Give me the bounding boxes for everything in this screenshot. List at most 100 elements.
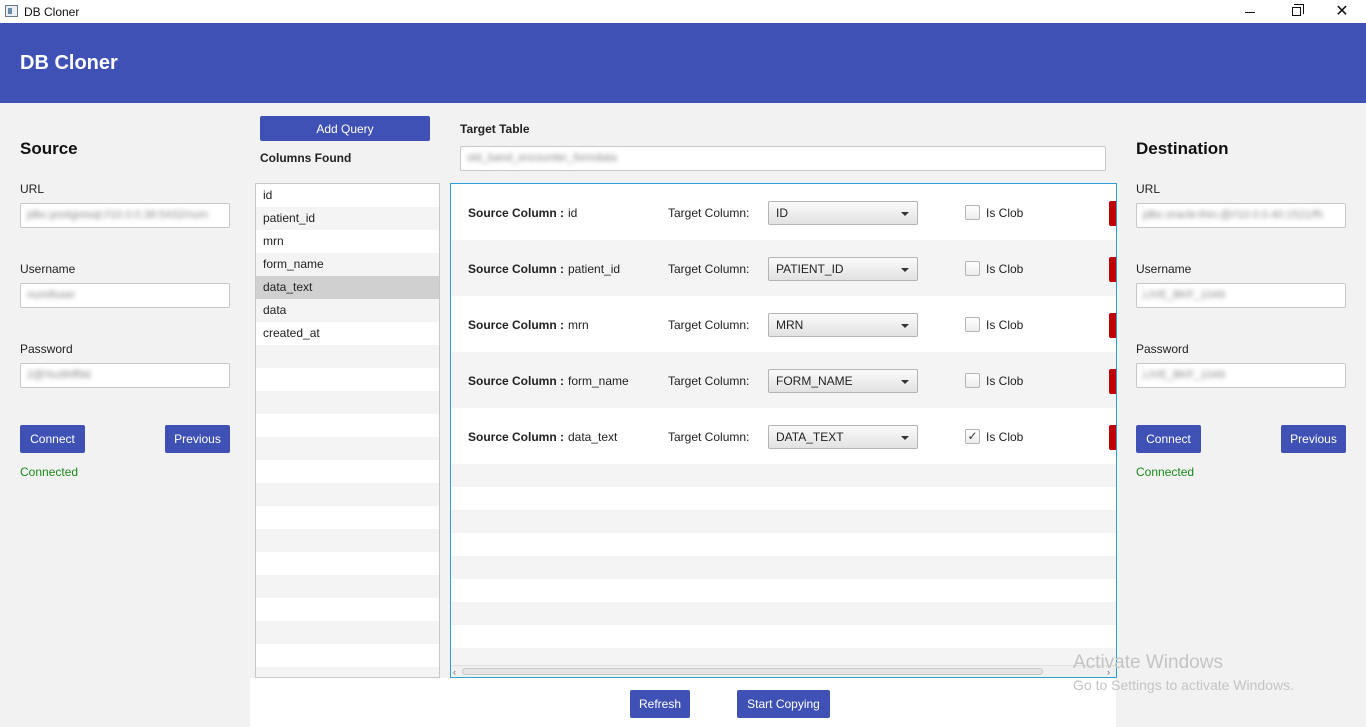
source-column-label: Source Column : bbox=[468, 430, 565, 444]
mapping-row: Source Column : data_text Target Column:… bbox=[451, 408, 1116, 464]
mapping-row: Source Column : patient_id Target Column… bbox=[451, 240, 1116, 296]
minimize-icon bbox=[1245, 12, 1255, 13]
destination-status: Connected bbox=[1136, 465, 1195, 479]
empty-row bbox=[256, 391, 439, 414]
empty-row bbox=[256, 368, 439, 391]
list-item[interactable]: id bbox=[256, 184, 439, 207]
list-item[interactable]: mrn bbox=[256, 230, 439, 253]
target-column-select[interactable]: ID bbox=[768, 201, 918, 225]
checkmark-icon: ✓ bbox=[967, 429, 978, 443]
destination-password-field[interactable]: LIVE_BKF_1049 bbox=[1136, 363, 1346, 388]
scrollbar-thumb[interactable] bbox=[462, 668, 1043, 675]
source-username-label: Username bbox=[20, 262, 76, 276]
empty-row bbox=[256, 506, 439, 529]
minimize-button[interactable] bbox=[1227, 0, 1273, 23]
destination-connect-button[interactable]: Connect bbox=[1136, 425, 1201, 453]
empty-row bbox=[256, 483, 439, 506]
destination-url-field[interactable]: jdbc:oracle:thin:@//10.0.0.40:1521/fh bbox=[1136, 203, 1346, 228]
source-url-field[interactable]: jdbc:postgresql://10.0.0.38:5432/num bbox=[20, 203, 230, 228]
chevron-down-icon bbox=[901, 324, 909, 328]
mapping-row: Source Column : id Target Column: ID Is … bbox=[451, 184, 1116, 240]
remove-row-button[interactable] bbox=[1109, 201, 1116, 226]
list-item-selected[interactable]: data_text bbox=[256, 276, 439, 299]
is-clob-checkbox[interactable] bbox=[965, 205, 980, 220]
close-button[interactable]: ✕ bbox=[1319, 0, 1365, 23]
target-column-select[interactable]: DATA_TEXT bbox=[768, 425, 918, 449]
empty-row bbox=[256, 644, 439, 667]
source-column-label: Source Column : bbox=[468, 262, 565, 276]
is-clob-checkbox-checked[interactable]: ✓ bbox=[965, 429, 980, 444]
remove-row-button[interactable] bbox=[1109, 425, 1116, 450]
empty-row bbox=[451, 464, 1116, 487]
empty-row bbox=[256, 667, 439, 677]
list-item[interactable]: data bbox=[256, 299, 439, 322]
column-mapping-panel[interactable]: Source Column : id Target Column: ID Is … bbox=[450, 183, 1117, 678]
source-column-value: form_name bbox=[568, 374, 629, 388]
window-title: DB Cloner bbox=[24, 5, 80, 19]
source-column-value: data_text bbox=[568, 430, 618, 444]
is-clob-checkbox[interactable] bbox=[965, 261, 980, 276]
list-item[interactable]: created_at bbox=[256, 322, 439, 345]
source-connect-button[interactable]: Connect bbox=[20, 425, 85, 453]
target-column-label: Target Column: bbox=[668, 374, 750, 388]
is-clob-checkbox[interactable] bbox=[965, 373, 980, 388]
scroll-left-icon[interactable]: ‹ bbox=[453, 667, 456, 677]
target-column-select[interactable]: FORM_NAME bbox=[768, 369, 918, 393]
start-copying-button[interactable]: Start Copying bbox=[737, 690, 830, 718]
remove-row-button[interactable] bbox=[1109, 369, 1116, 394]
source-title: Source bbox=[20, 139, 78, 158]
target-column-label: Target Column: bbox=[668, 206, 750, 220]
is-clob-label: Is Clob bbox=[986, 206, 1024, 220]
close-icon: ✕ bbox=[1335, 2, 1349, 20]
destination-previous-button[interactable]: Previous bbox=[1281, 425, 1346, 453]
destination-username-label: Username bbox=[1136, 262, 1192, 276]
add-query-button[interactable]: Add Query bbox=[260, 116, 430, 141]
is-clob-checkbox[interactable] bbox=[965, 317, 980, 332]
target-column-label: Target Column: bbox=[668, 318, 750, 332]
source-previous-button[interactable]: Previous bbox=[165, 425, 230, 453]
mapping-row: Source Column : form_name Target Column:… bbox=[451, 352, 1116, 408]
horizontal-scrollbar[interactable]: ‹ › bbox=[451, 665, 1116, 677]
is-clob-label: Is Clob bbox=[986, 374, 1024, 388]
window-titlebar: DB Cloner ✕ bbox=[0, 0, 1366, 23]
source-column-label: Source Column : bbox=[468, 374, 565, 388]
activation-watermark-subtitle: Go to Settings to activate Windows. bbox=[1073, 677, 1294, 693]
remove-row-button[interactable] bbox=[1109, 257, 1116, 282]
destination-title: Destination bbox=[1136, 139, 1229, 158]
columns-list[interactable]: id patient_id mrn form_name data_text da… bbox=[255, 183, 440, 678]
empty-row bbox=[256, 460, 439, 483]
empty-row bbox=[451, 602, 1116, 625]
source-username-field[interactable]: numifuser bbox=[20, 283, 230, 308]
is-clob-label: Is Clob bbox=[986, 262, 1024, 276]
target-table-label: Target Table bbox=[460, 122, 530, 136]
target-column-select[interactable]: PATIENT_ID bbox=[768, 257, 918, 281]
empty-row bbox=[256, 345, 439, 368]
source-password-field[interactable]: 2@%u9hff9d bbox=[20, 363, 230, 388]
chevron-down-icon bbox=[901, 212, 909, 216]
list-item[interactable]: form_name bbox=[256, 253, 439, 276]
chevron-down-icon bbox=[901, 436, 909, 440]
target-column-select[interactable]: MRN bbox=[768, 313, 918, 337]
source-status: Connected bbox=[20, 465, 79, 479]
app-icon bbox=[5, 5, 18, 17]
empty-row bbox=[256, 621, 439, 644]
target-table-field[interactable]: old_band_encounter_formdata bbox=[460, 146, 1106, 171]
target-column-label: Target Column: bbox=[668, 262, 750, 276]
empty-row bbox=[256, 598, 439, 621]
destination-url-label: URL bbox=[1136, 182, 1161, 196]
empty-row bbox=[451, 510, 1116, 533]
empty-row bbox=[256, 529, 439, 552]
maximize-button[interactable] bbox=[1273, 0, 1319, 23]
destination-password-label: Password bbox=[1136, 342, 1189, 356]
destination-username-field[interactable]: LIVE_BKF_1049 bbox=[1136, 283, 1346, 308]
activation-watermark-title: Activate Windows bbox=[1073, 652, 1223, 673]
source-column-label: Source Column : bbox=[468, 206, 565, 220]
refresh-button[interactable]: Refresh bbox=[630, 690, 690, 718]
source-url-label: URL bbox=[20, 182, 45, 196]
remove-row-button[interactable] bbox=[1109, 313, 1116, 338]
chevron-down-icon bbox=[901, 268, 909, 272]
list-item[interactable]: patient_id bbox=[256, 207, 439, 230]
empty-row bbox=[256, 414, 439, 437]
source-column-value: patient_id bbox=[568, 262, 621, 276]
maximize-icon bbox=[1291, 4, 1304, 16]
